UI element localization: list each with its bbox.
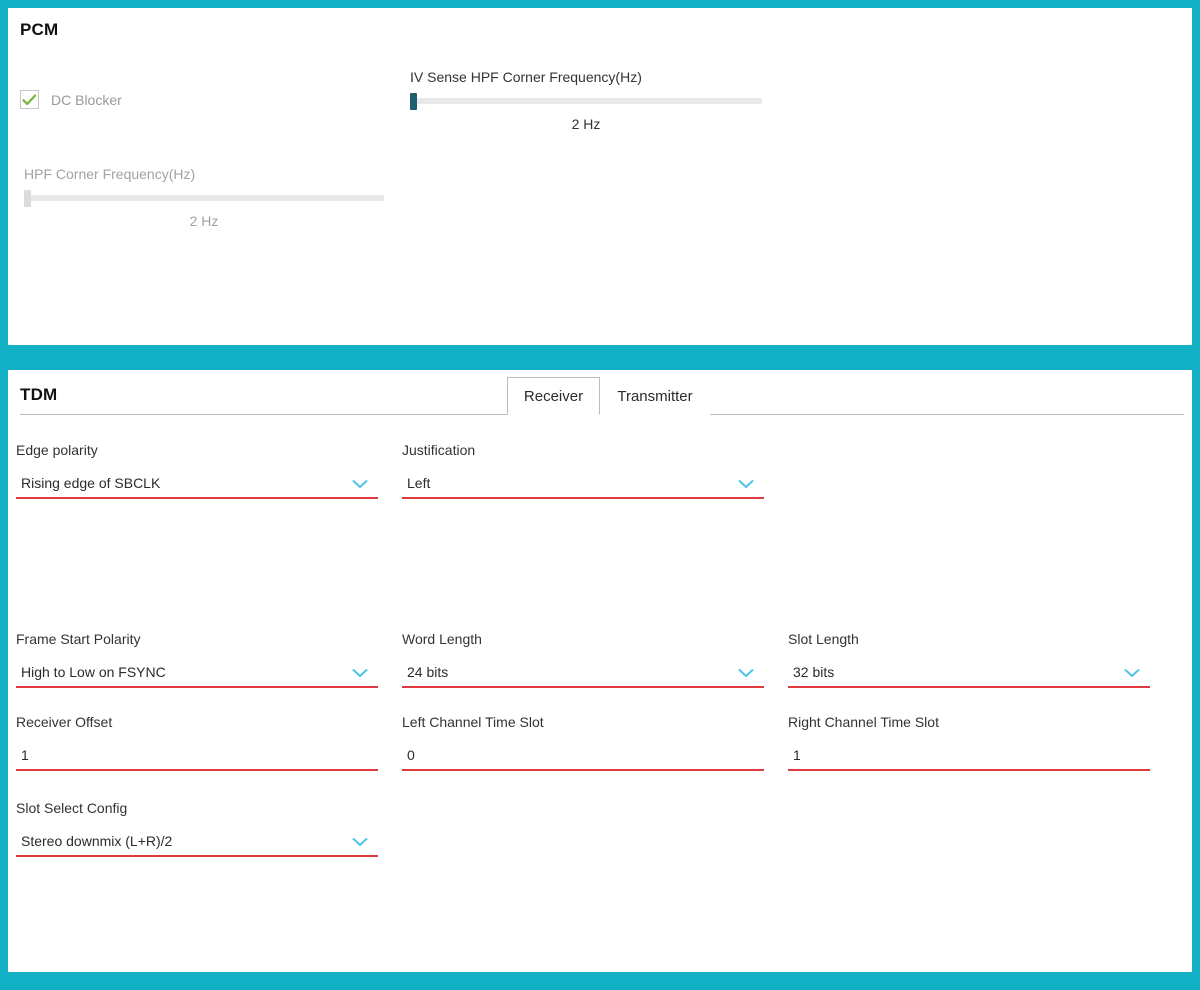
value-edge-polarity: Rising edge of SBCLK bbox=[21, 475, 160, 491]
value-left-channel-time-slot: 0 bbox=[407, 747, 415, 763]
app-screen: PCM DC Blocker HPF Corner Frequency(Hz) … bbox=[0, 0, 1200, 990]
iv-sense-hpf-value: 2 Hz bbox=[410, 116, 762, 132]
input-receiver-offset[interactable]: 1 bbox=[16, 742, 378, 771]
tab-receiver[interactable]: Receiver bbox=[507, 377, 600, 415]
field-frame-start-polarity: Frame Start Polarity High to Low on FSYN… bbox=[16, 631, 378, 688]
pcm-panel: PCM DC Blocker HPF Corner Frequency(Hz) … bbox=[8, 8, 1192, 345]
input-left-channel-time-slot[interactable]: 0 bbox=[402, 742, 764, 771]
select-frame-start-polarity[interactable]: High to Low on FSYNC bbox=[16, 659, 378, 688]
field-receiver-offset: Receiver Offset 1 bbox=[16, 714, 378, 771]
field-label-slot-select-config: Slot Select Config bbox=[16, 800, 378, 816]
field-label-slot-length: Slot Length bbox=[788, 631, 1150, 647]
input-right-channel-time-slot[interactable]: 1 bbox=[788, 742, 1150, 771]
iv-sense-hpf-label: IV Sense HPF Corner Frequency(Hz) bbox=[410, 69, 762, 85]
iv-sense-hpf-slider-handle[interactable] bbox=[410, 93, 417, 110]
chevron-down-icon[interactable] bbox=[352, 668, 368, 678]
hpf-corner-frequency-label: HPF Corner Frequency(Hz) bbox=[24, 166, 384, 182]
value-word-length: 24 bits bbox=[407, 664, 448, 680]
hpf-corner-frequency-slider-track[interactable] bbox=[24, 195, 384, 201]
select-word-length[interactable]: 24 bits bbox=[402, 659, 764, 688]
check-icon bbox=[22, 94, 37, 106]
iv-sense-hpf-slider-group: IV Sense HPF Corner Frequency(Hz) 2 Hz bbox=[410, 69, 762, 132]
field-left-channel-time-slot: Left Channel Time Slot 0 bbox=[402, 714, 764, 771]
select-justification[interactable]: Left bbox=[402, 470, 764, 499]
hpf-corner-frequency-slider-handle[interactable] bbox=[24, 190, 31, 207]
dc-blocker-label: DC Blocker bbox=[51, 92, 122, 108]
select-slot-select-config[interactable]: Stereo downmix (L+R)/2 bbox=[16, 828, 378, 857]
value-receiver-offset: 1 bbox=[21, 747, 29, 763]
iv-sense-hpf-slider-track[interactable] bbox=[410, 98, 762, 104]
hpf-corner-frequency-value: 2 Hz bbox=[24, 213, 384, 229]
panel-separator-band bbox=[0, 345, 1200, 370]
value-justification: Left bbox=[407, 475, 430, 491]
field-edge-polarity: Edge polarity Rising edge of SBCLK bbox=[16, 442, 378, 499]
chevron-down-icon[interactable] bbox=[1124, 668, 1140, 678]
select-slot-length[interactable]: 32 bits bbox=[788, 659, 1150, 688]
hpf-corner-frequency-slider-group: HPF Corner Frequency(Hz) 2 Hz bbox=[24, 166, 384, 229]
field-slot-length: Slot Length 32 bits bbox=[788, 631, 1150, 688]
dc-blocker-checkbox[interactable] bbox=[20, 90, 39, 109]
pcm-panel-title: PCM bbox=[20, 20, 58, 40]
value-right-channel-time-slot: 1 bbox=[793, 747, 801, 763]
field-word-length: Word Length 24 bits bbox=[402, 631, 764, 688]
field-label-receiver-offset: Receiver Offset bbox=[16, 714, 378, 730]
chevron-down-icon[interactable] bbox=[352, 479, 368, 489]
tdm-tab-strip: Receiver Transmitter bbox=[8, 370, 1192, 415]
value-slot-select-config: Stereo downmix (L+R)/2 bbox=[21, 833, 172, 849]
dc-blocker-checkbox-row[interactable]: DC Blocker bbox=[20, 90, 122, 109]
field-label-edge-polarity: Edge polarity bbox=[16, 442, 378, 458]
field-slot-select-config: Slot Select Config Stereo downmix (L+R)/… bbox=[16, 800, 378, 857]
field-right-channel-time-slot: Right Channel Time Slot 1 bbox=[788, 714, 1150, 771]
value-slot-length: 32 bits bbox=[793, 664, 834, 680]
field-label-left-channel-time-slot: Left Channel Time Slot bbox=[402, 714, 764, 730]
field-label-word-length: Word Length bbox=[402, 631, 764, 647]
field-justification: Justification Left bbox=[402, 442, 764, 499]
tab-transmitter[interactable]: Transmitter bbox=[600, 377, 710, 415]
chevron-down-icon[interactable] bbox=[738, 668, 754, 678]
chevron-down-icon[interactable] bbox=[352, 837, 368, 847]
field-label-justification: Justification bbox=[402, 442, 764, 458]
field-label-frame-start-polarity: Frame Start Polarity bbox=[16, 631, 378, 647]
select-edge-polarity[interactable]: Rising edge of SBCLK bbox=[16, 470, 378, 499]
value-frame-start-polarity: High to Low on FSYNC bbox=[21, 664, 166, 680]
chevron-down-icon[interactable] bbox=[738, 479, 754, 489]
tdm-panel: TDM Receiver Transmitter Edge polarity R… bbox=[8, 370, 1192, 972]
field-label-right-channel-time-slot: Right Channel Time Slot bbox=[788, 714, 1150, 730]
